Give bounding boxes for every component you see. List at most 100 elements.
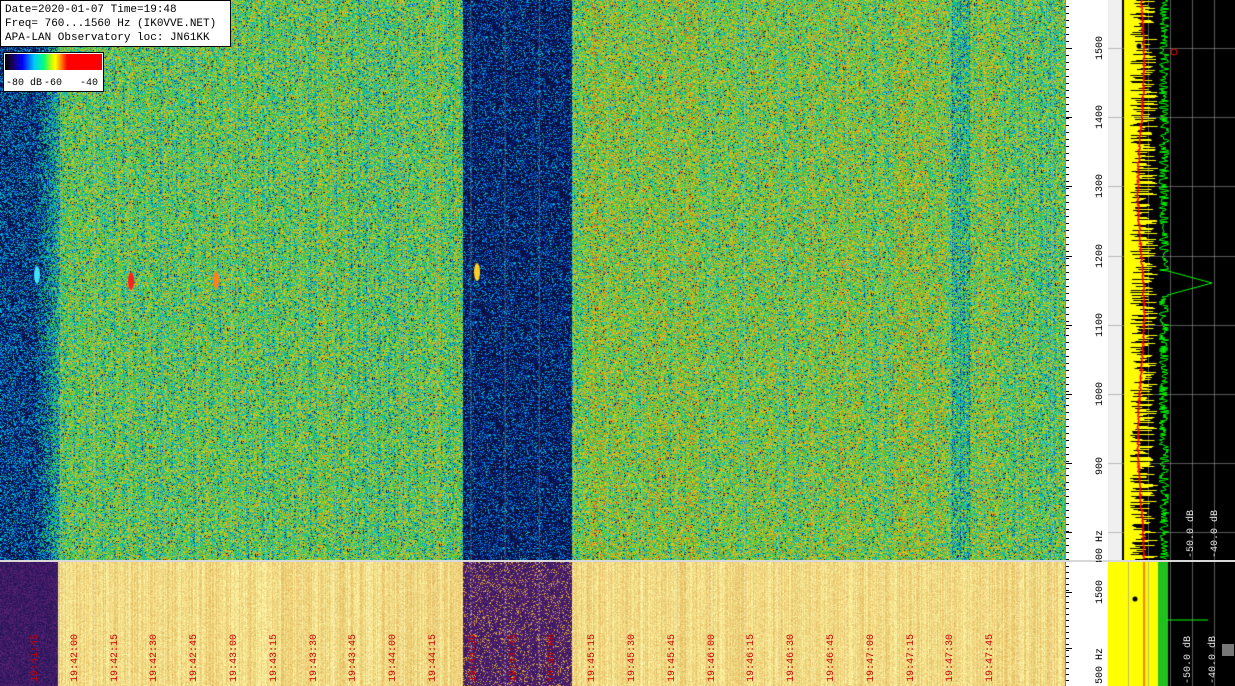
info-box: Date=2020-01-07 Time=19:48 Freq= 760...1… [0, 0, 231, 47]
freq-minor-tick [1066, 125, 1069, 126]
freq-minor-tick [1066, 111, 1069, 112]
freq-minor-tick [1066, 578, 1069, 579]
time-label: 19:44:30 [467, 633, 479, 682]
freq-minor-tick [1066, 62, 1069, 63]
freq-minor-tick [1066, 596, 1069, 597]
freq-minor-tick [1066, 251, 1069, 252]
time-label: 19:43:15 [268, 633, 280, 682]
freq-minor-tick [1066, 405, 1069, 406]
freq-minor-tick [1066, 335, 1069, 336]
freq-minor-tick [1066, 590, 1069, 591]
freq-minor-tick [1066, 279, 1069, 280]
freq-minor-tick [1066, 503, 1069, 504]
freq-major-tick [1066, 592, 1072, 593]
freq-minor-tick [1066, 644, 1069, 645]
freq-minor-tick [1066, 461, 1069, 462]
freq-minor-tick [1066, 76, 1069, 77]
freq-minor-tick [1066, 90, 1069, 91]
freq-minor-tick [1066, 454, 1069, 455]
freq-minor-tick [1066, 489, 1069, 490]
freq-minor-tick [1066, 244, 1069, 245]
freq-minor-tick [1066, 391, 1069, 392]
freq-minor-tick [1066, 174, 1069, 175]
freq-minor-tick [1066, 468, 1069, 469]
scale-label-min: -80 dB [6, 78, 43, 89]
db-scale-label: -40.0 dB [1210, 509, 1221, 558]
frequency-axis-overview: 1500 500 Hz [1065, 562, 1108, 686]
freq-minor-tick [1066, 608, 1069, 609]
time-label: 19:46:30 [786, 633, 798, 682]
freq-minor-tick [1066, 216, 1069, 217]
freq-minor-tick [1066, 559, 1069, 560]
freq-minor-tick [1066, 440, 1069, 441]
freq-major-tick [1066, 532, 1072, 533]
freq-minor-tick [1066, 97, 1069, 98]
time-label: 19:47:45 [985, 633, 997, 682]
freq-major-tick [1066, 325, 1072, 326]
freq-minor-tick [1066, 34, 1069, 35]
freq-minor-tick [1066, 146, 1069, 147]
freq-minor-tick [1066, 69, 1069, 70]
time-label: 19:47:30 [945, 633, 957, 682]
freq-major-tick [1066, 463, 1072, 464]
freq-major-tick [1066, 186, 1072, 187]
freq-minor-tick [1066, 419, 1069, 420]
freq-minor-tick [1066, 602, 1069, 603]
freq-minor-tick [1066, 293, 1069, 294]
freq-tick-label: 1000 [1095, 381, 1106, 406]
freq-minor-tick [1066, 552, 1069, 553]
freq-minor-tick [1066, 356, 1069, 357]
freq-minor-tick [1066, 41, 1069, 42]
freq-minor-tick [1066, 230, 1069, 231]
freq-minor-tick [1066, 377, 1069, 378]
freq-minor-tick [1066, 668, 1069, 669]
freq-minor-tick [1066, 132, 1069, 133]
time-label: 19:43:00 [229, 633, 240, 682]
freq-minor-tick [1066, 342, 1069, 343]
time-label: 19:46:15 [746, 633, 758, 682]
db-scale-label: -40.0 dB [1208, 635, 1219, 684]
freq-minor-tick [1066, 272, 1069, 273]
freq-minor-tick [1066, 349, 1069, 350]
freq-minor-tick [1066, 118, 1069, 119]
date-time-line: Date=2020-01-07 Time=19:48 [5, 4, 177, 16]
db-scale-label: -50.0 dB [1183, 635, 1194, 684]
freq-minor-tick [1066, 614, 1069, 615]
freq-minor-tick [1066, 202, 1069, 203]
freq-minor-tick [1066, 482, 1069, 483]
freq-minor-tick [1066, 195, 1069, 196]
freq-minor-tick [1066, 300, 1069, 301]
time-label: 19:46:00 [706, 633, 718, 682]
freq-major-tick [1066, 394, 1072, 395]
freq-minor-tick [1066, 620, 1069, 621]
freq-minor-tick [1066, 209, 1069, 210]
freq-minor-tick [1066, 321, 1069, 322]
freq-minor-tick [1066, 139, 1069, 140]
freq-tick-label: 1500 [1095, 579, 1106, 604]
freq-tick-label: 800 Hz [1095, 529, 1106, 566]
db-scale-label: -50.0 dB [1186, 509, 1197, 558]
settings-square-icon[interactable] [1222, 644, 1234, 656]
freq-minor-tick [1066, 433, 1069, 434]
time-label: 19:45:45 [666, 633, 678, 682]
freq-tick-label: 1500 [1095, 35, 1106, 60]
freq-minor-tick [1066, 447, 1069, 448]
freq-major-tick [1066, 256, 1072, 257]
freq-minor-tick [1066, 223, 1069, 224]
freq-minor-tick [1066, 328, 1069, 329]
freq-minor-tick [1066, 426, 1069, 427]
freq-minor-tick [1066, 632, 1069, 633]
freq-minor-tick [1066, 13, 1069, 14]
freq-minor-tick [1066, 370, 1069, 371]
freq-minor-tick [1066, 6, 1069, 7]
time-label: 19:47:00 [865, 633, 877, 682]
freq-minor-tick [1066, 167, 1069, 168]
time-label: 19:44:15 [428, 633, 439, 682]
freq-minor-tick [1066, 566, 1069, 567]
spectrum-panel [1108, 0, 1235, 560]
freq-minor-tick [1066, 398, 1069, 399]
freq-minor-tick [1066, 584, 1069, 585]
freq-minor-tick [1066, 314, 1069, 315]
time-label: 19:42:30 [149, 633, 161, 682]
freq-major-tick [1066, 648, 1072, 649]
